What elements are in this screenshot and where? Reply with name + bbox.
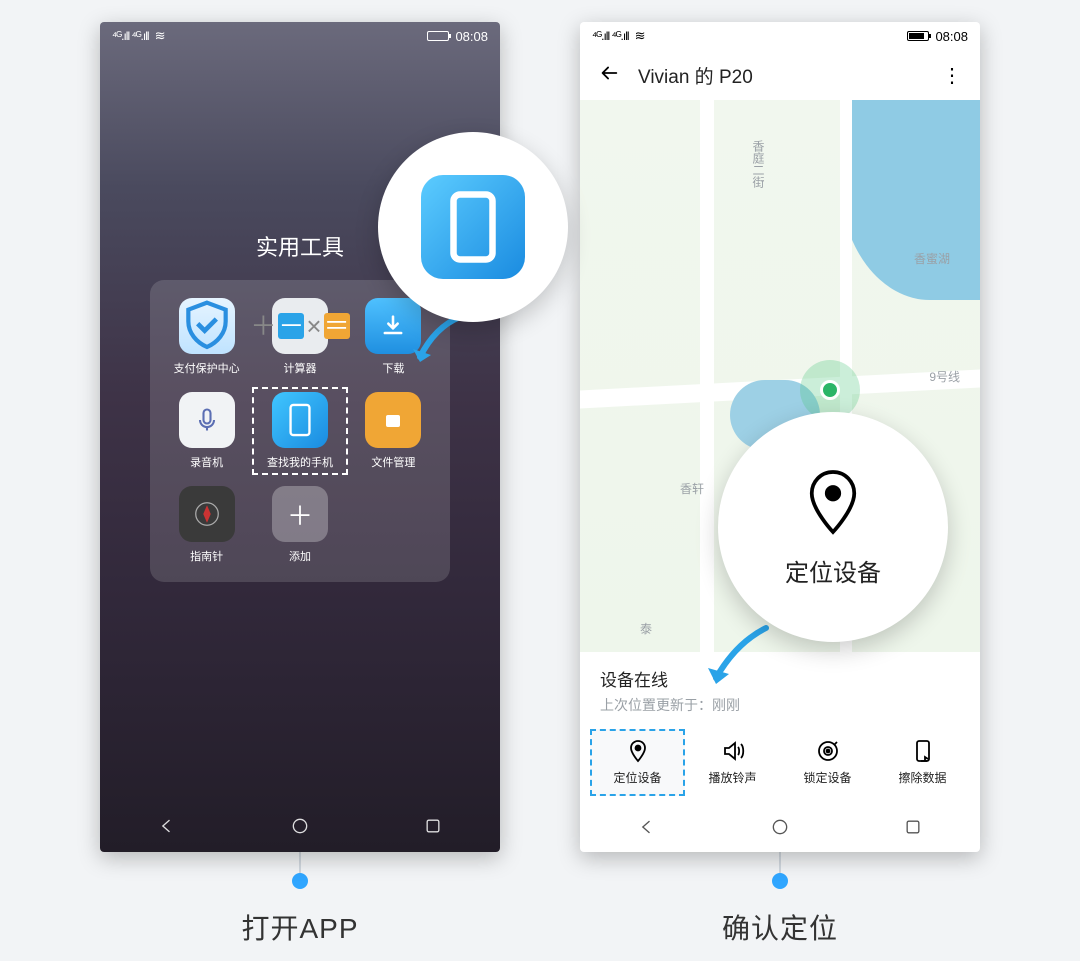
wifi-icon: ≋ [155,28,166,44]
nav-recent[interactable] [903,817,923,842]
nav-recent[interactable] [423,816,443,841]
compass-icon [179,486,235,542]
action-play-sound[interactable]: 播放铃声 [685,729,780,796]
action-label: 锁定设备 [803,769,851,786]
callout-locate-action: 定位设备 [718,412,948,642]
action-erase-data[interactable]: 擦除数据 [875,729,970,796]
device-location-marker [800,360,860,420]
arrow-indicator [696,618,786,698]
app-label: 计算器 [283,360,316,376]
system-navbar [580,806,980,852]
step-dot [292,873,308,889]
action-row: 定位设备 播放铃声 锁定设备 擦除数据 [580,721,980,806]
battery-icon [907,31,929,41]
folder-icon [365,392,421,448]
app-payment-protection[interactable]: 支付保护中心 [164,298,249,376]
status-bar: ⁴ᴳ.ıll ⁴ᴳ.ıll ≋ 08:08 [580,22,980,50]
callout-label: 定位设备 [785,553,881,588]
app-bar: Vivian 的 P20 ⋮ [580,50,980,100]
status-bar: ⁴ᴳ.ıll ⁴ᴳ.ıll ≋ 08:08 [100,22,500,50]
action-locate-device[interactable]: 定位设备 [590,729,685,796]
device-status-subtitle: 上次位置更新于：刚刚 [600,695,960,715]
map-label: 香轩 [680,480,704,497]
wifi-icon: ≋ [635,28,646,44]
step-connector [779,850,781,874]
app-compass[interactable]: 指南针 [164,486,249,564]
action-label: 定位设备 [613,769,661,786]
nav-home[interactable] [770,817,790,842]
more-menu-icon[interactable]: ⋮ [942,63,962,88]
app-label: 下载 [382,360,404,376]
map-label: 9号线 [929,368,960,385]
nav-back[interactable] [157,816,177,841]
system-navbar [100,804,500,852]
shield-icon [179,298,235,354]
step-caption: 确认定位 [722,907,838,947]
map-label: 泰 [640,620,652,637]
signal-icon: ⁴ᴳ.ıll ⁴ᴳ.ıll [112,29,149,43]
app-find-my-phone[interactable]: 查找我的手机 [257,392,342,470]
status-time: 08:08 [935,29,968,44]
app-recorder[interactable]: 录音机 [164,392,249,470]
calculator-icon: ＋－×＝ [272,298,328,354]
map-label: 香庭二街 [750,140,767,188]
step-caption: 打开APP [241,907,358,947]
app-label: 文件管理 [371,454,415,470]
plus-icon: ＋ [272,486,328,542]
app-label: 添加 [289,548,311,564]
step-connector [299,850,301,874]
app-label: 指南针 [190,548,223,564]
signal-icon: ⁴ᴳ.ıll ⁴ᴳ.ıll [592,29,629,43]
device-name-title: Vivian 的 P20 [638,62,753,89]
nav-home[interactable] [290,816,310,841]
find-phone-icon-large [421,175,525,279]
app-files[interactable]: 文件管理 [351,392,436,470]
back-button[interactable] [598,62,620,89]
app-label: 录音机 [190,454,223,470]
nav-back[interactable] [637,817,657,842]
microphone-icon [179,392,235,448]
action-lock-device[interactable]: 锁定设备 [780,729,875,796]
status-time: 08:08 [455,29,488,44]
action-label: 擦除数据 [898,769,946,786]
app-label: 查找我的手机 [267,454,333,470]
app-label: 支付保护中心 [174,360,240,376]
find-phone-icon [272,392,328,448]
step-dot [772,873,788,889]
app-add[interactable]: ＋ 添加 [257,486,342,564]
battery-icon [427,31,449,41]
action-label: 播放铃声 [708,769,756,786]
callout-app-icon [378,132,568,322]
app-calculator[interactable]: ＋－×＝ 计算器 [257,298,342,376]
map-label: 香蜜湖 [914,250,950,267]
